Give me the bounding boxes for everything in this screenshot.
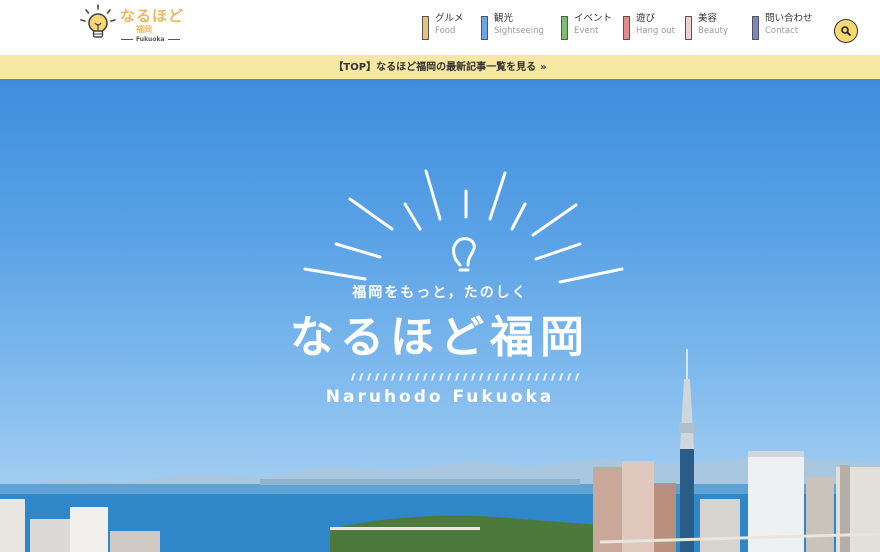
nav-label: イベント bbox=[574, 13, 613, 24]
nav-color-marker bbox=[481, 16, 488, 40]
logo-english: Fukuoka bbox=[118, 36, 183, 43]
nav-sublabel: Contact bbox=[765, 26, 799, 36]
nav-item-food[interactable]: グルメ Food bbox=[422, 12, 464, 42]
nav-color-marker bbox=[623, 16, 630, 40]
hero-section: 福岡をもっと，たのしく なるほど福岡 Naruhodo Fukuoka bbox=[0, 79, 880, 552]
banner-text: 【TOP】なるほど福岡の最新記事一覧を見る bbox=[333, 62, 537, 73]
hero-tagline: 福岡をもっと，たのしく bbox=[352, 285, 528, 301]
nav-item-hang-out[interactable]: 遊び Hang out bbox=[623, 12, 675, 42]
nav-label: 遊び bbox=[636, 13, 656, 24]
search-button[interactable] bbox=[834, 19, 858, 43]
site-logo[interactable]: なるほど 福岡 Fukuoka bbox=[78, 3, 183, 49]
lightbulb-icon bbox=[80, 4, 116, 38]
nav-color-marker bbox=[685, 16, 692, 40]
search-icon bbox=[841, 26, 851, 36]
hero-title-english: Naruhodo Fukuoka bbox=[325, 387, 555, 407]
nav-sublabel: Event bbox=[574, 26, 599, 36]
nav-sublabel: Food bbox=[435, 26, 456, 36]
nav-sublabel: Sightseeing bbox=[494, 26, 544, 36]
site-header: なるほど 福岡 Fukuoka グルメ Food 観光 Sightseeing … bbox=[0, 0, 880, 55]
nav-item-contact[interactable]: 問い合わせ Contact bbox=[752, 12, 813, 42]
nav-item-event[interactable]: イベント Event bbox=[561, 12, 612, 42]
nav-sublabel: Hang out bbox=[636, 26, 676, 36]
latest-articles-banner[interactable]: 【TOP】なるほど福岡の最新記事一覧を見る» bbox=[0, 55, 880, 79]
nav-item-beauty[interactable]: 美容 Beauty bbox=[685, 12, 728, 42]
nav-color-marker bbox=[752, 16, 759, 40]
nav-label: 観光 bbox=[494, 13, 514, 24]
nav-label: 問い合わせ bbox=[765, 13, 813, 24]
nav-label: 美容 bbox=[698, 13, 718, 24]
logo-subtitle: 福岡 bbox=[136, 25, 152, 34]
nav-label: グルメ bbox=[435, 13, 464, 24]
nav-color-marker bbox=[422, 16, 429, 40]
logo-title: なるほど bbox=[120, 7, 185, 25]
chevron-double-right-icon: » bbox=[540, 62, 547, 73]
nav-color-marker bbox=[561, 16, 568, 40]
nav-item-sightseeing[interactable]: 観光 Sightseeing bbox=[481, 12, 544, 42]
nav-sublabel: Beauty bbox=[698, 26, 729, 36]
hero-title: なるほど福岡 bbox=[290, 312, 590, 363]
